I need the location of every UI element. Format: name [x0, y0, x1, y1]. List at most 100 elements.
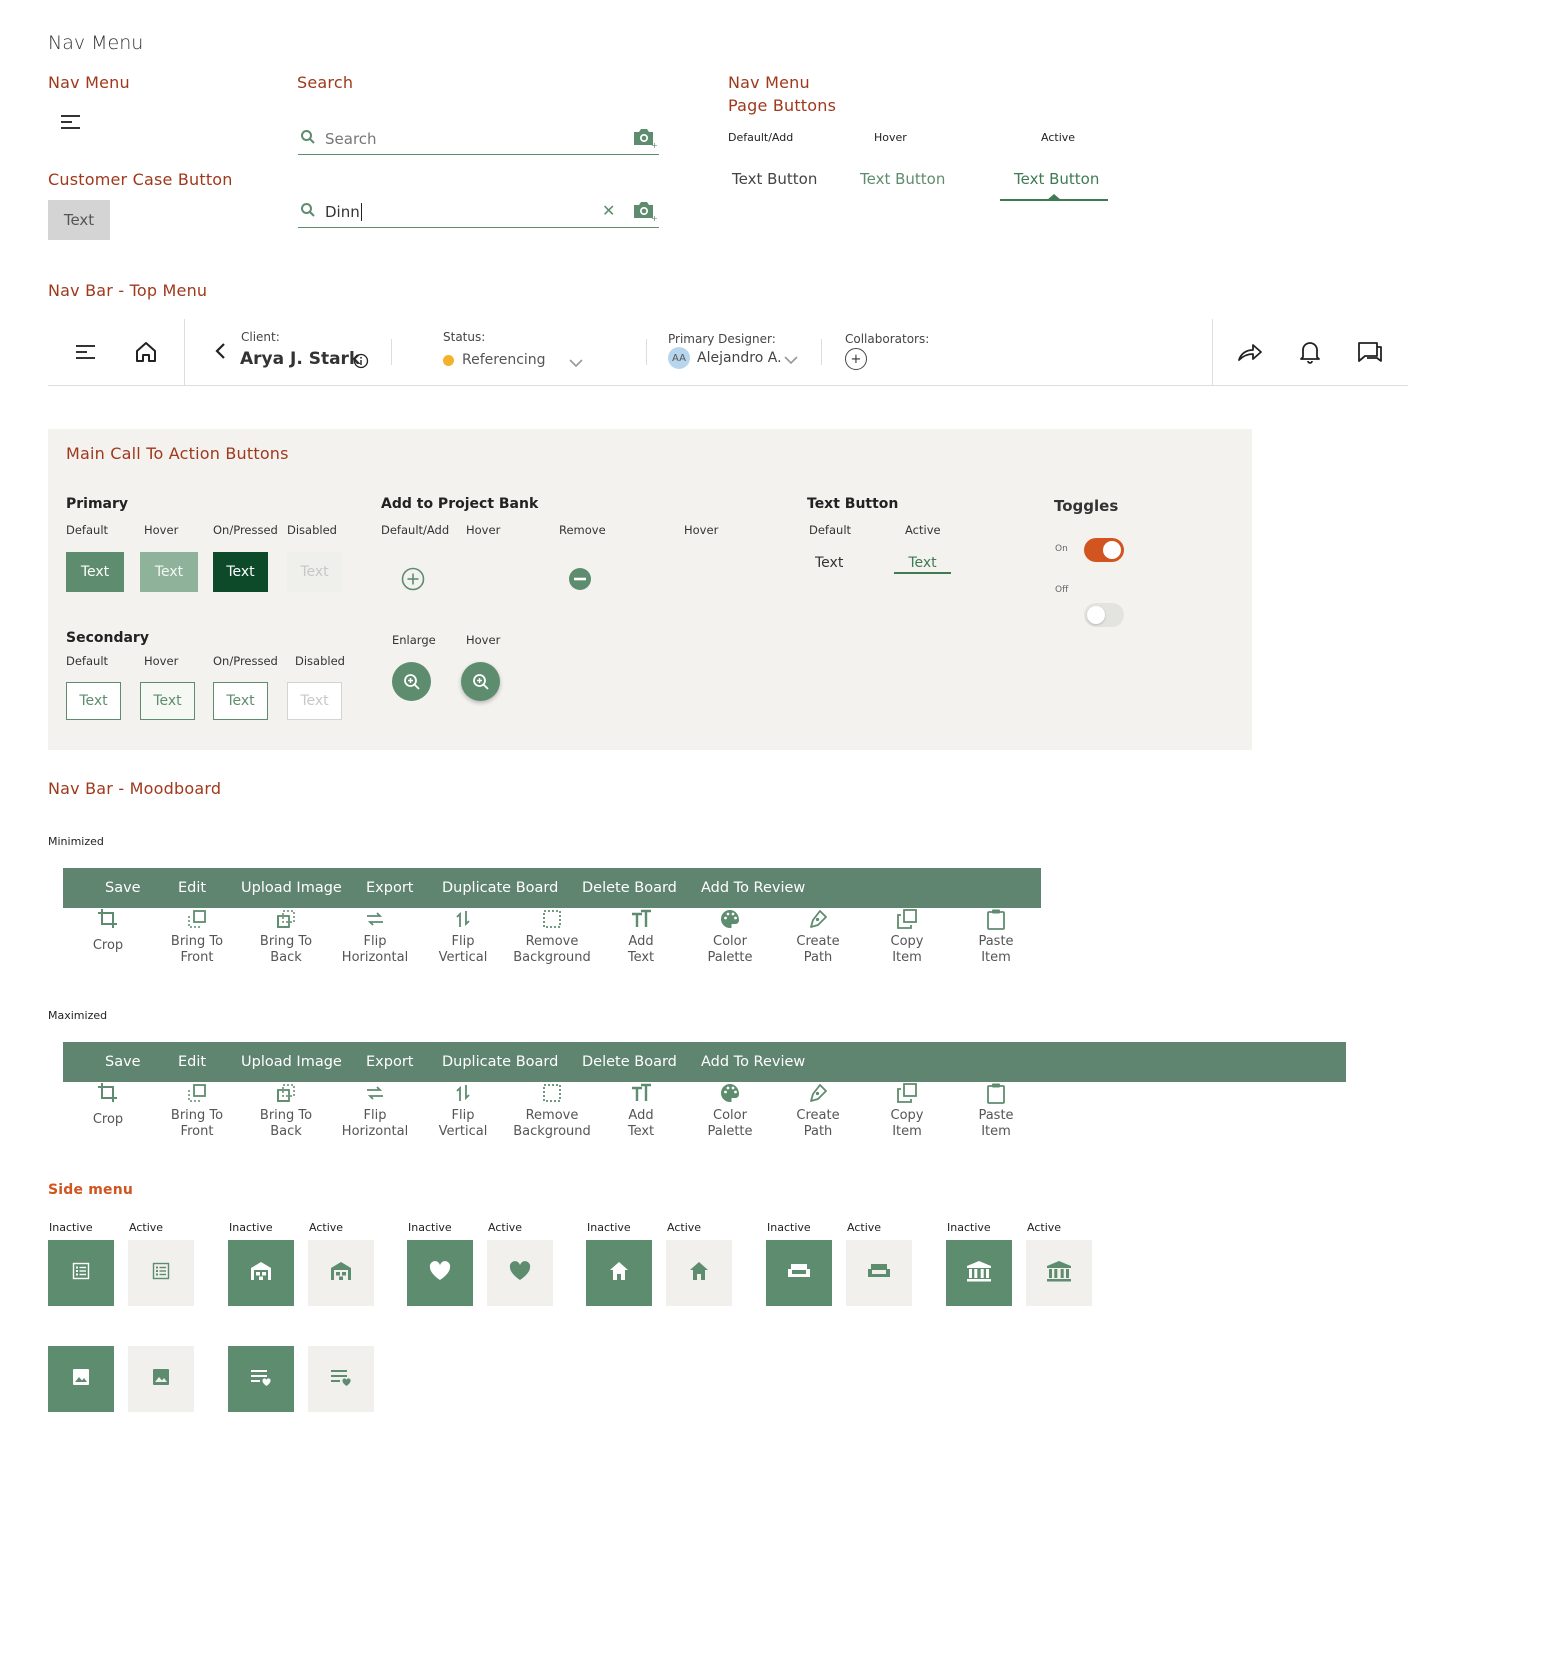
side-item-sofa-active[interactable]	[846, 1240, 912, 1306]
list-icon	[152, 1262, 170, 1284]
text-button-default[interactable]: Text	[815, 555, 843, 571]
side-item-heart-active[interactable]	[487, 1240, 553, 1306]
tool-paste[interactable]: Paste Item	[951, 1082, 1041, 1140]
enlarge-button[interactable]	[392, 662, 431, 701]
side-item-bank-inactive[interactable]	[946, 1240, 1012, 1306]
side-item-home-active[interactable]	[666, 1240, 732, 1306]
tool-copy[interactable]: Copy Item	[862, 1082, 952, 1140]
tool-flip-vertical[interactable]: Flip Vertical	[418, 1082, 508, 1140]
chat-icon[interactable]	[1357, 341, 1383, 367]
tool-bring-front[interactable]: Bring To Front	[152, 1082, 242, 1140]
clear-icon[interactable]: ✕	[602, 201, 615, 220]
tool-label: Flip	[363, 1108, 387, 1123]
chevron-down-icon[interactable]	[568, 354, 584, 373]
remove-circle-icon[interactable]	[568, 567, 592, 595]
client-name[interactable]: Arya J. Stark	[240, 349, 360, 369]
back-chevron-icon[interactable]	[214, 342, 228, 364]
text-button-active[interactable]: Text	[894, 555, 951, 574]
tool-crop[interactable]: Crop	[63, 1082, 153, 1128]
camera-icon[interactable]: +	[631, 125, 658, 153]
add-circle-icon[interactable]	[401, 567, 425, 595]
page-buttons-title-1: Nav Menu	[728, 73, 810, 92]
side-item-home-inactive[interactable]	[586, 1240, 652, 1306]
tool-add-text[interactable]: Add Text	[596, 908, 686, 966]
tool-pen[interactable]: Create Path	[773, 908, 863, 966]
side-item-playlist-heart-active[interactable]	[308, 1346, 374, 1412]
side-item-list-inactive[interactable]	[48, 1240, 114, 1306]
primary-button-hover[interactable]: Text	[140, 552, 198, 592]
tool-label: Front	[180, 950, 214, 965]
state-label: Hover	[466, 633, 501, 647]
enlarge-button-hover[interactable]	[461, 662, 500, 701]
page-button-default[interactable]: Text Button	[732, 170, 817, 188]
menu-add-to-review[interactable]: Add To Review	[701, 1054, 805, 1070]
side-item-warehouse-active[interactable]	[308, 1240, 374, 1306]
tool-paste[interactable]: Paste Item	[951, 908, 1041, 966]
side-item-list-active[interactable]	[128, 1240, 194, 1306]
tool-palette[interactable]: Color Palette	[685, 908, 775, 966]
menu-export[interactable]: Export	[366, 1054, 413, 1070]
menu-edit[interactable]: Edit	[178, 1054, 206, 1070]
menu-edit[interactable]: Edit	[178, 880, 206, 896]
menu-upload-image[interactable]: Upload Image	[241, 1054, 342, 1070]
tool-bring-back[interactable]: Bring To Back	[241, 908, 331, 966]
tool-flip-vertical[interactable]: Flip Vertical	[418, 908, 508, 966]
info-icon[interactable]	[353, 353, 369, 373]
secondary-button-hover[interactable]: Text	[140, 682, 195, 720]
tool-copy[interactable]: Copy Item	[862, 908, 952, 966]
hamburger-menu-icon[interactable]	[60, 113, 82, 135]
home-icon[interactable]	[134, 340, 158, 368]
avatar[interactable]: AA	[668, 347, 690, 369]
search-input[interactable]: Search +	[298, 124, 659, 155]
menu-export[interactable]: Export	[366, 880, 413, 896]
tool-bring-back[interactable]: Bring To Back	[241, 1082, 331, 1140]
menu-upload-image[interactable]: Upload Image	[241, 880, 342, 896]
customer-case-button[interactable]: Text	[48, 200, 110, 240]
menu-delete-board[interactable]: Delete Board	[582, 1054, 677, 1070]
search-input-typed[interactable]: Dinn ✕ +	[298, 197, 659, 228]
side-item-warehouse-inactive[interactable]	[228, 1240, 294, 1306]
menu-delete-board[interactable]: Delete Board	[582, 880, 677, 896]
secondary-button-pressed[interactable]: Text	[213, 682, 268, 720]
state-label: Active	[905, 523, 941, 537]
camera-icon[interactable]: +	[631, 198, 658, 226]
state-label: Default	[66, 523, 109, 537]
page-button-hover[interactable]: Text Button	[860, 170, 945, 188]
tool-label: Vertical	[438, 1124, 488, 1139]
page-button-active[interactable]: Text Button	[1014, 170, 1099, 188]
share-icon[interactable]	[1237, 341, 1263, 367]
tool-add-text[interactable]: Add Text	[596, 1082, 686, 1140]
tool-bring-front[interactable]: Bring To Front	[152, 908, 242, 966]
toggle-off[interactable]	[1084, 603, 1124, 627]
side-item-heart-inactive[interactable]	[407, 1240, 473, 1306]
tool-label: Paste	[978, 934, 1014, 949]
side-item-playlist-heart-inactive[interactable]	[228, 1346, 294, 1412]
side-item-sofa-inactive[interactable]	[766, 1240, 832, 1306]
menu-duplicate-board[interactable]: Duplicate Board	[442, 880, 558, 896]
tool-crop[interactable]: Crop	[63, 908, 153, 954]
primary-button-pressed[interactable]: Text	[213, 552, 268, 592]
menu-save[interactable]: Save	[105, 1054, 141, 1070]
tool-flip-horizontal[interactable]: Flip Horizontal	[330, 1082, 420, 1140]
tool-palette[interactable]: Color Palette	[685, 1082, 775, 1140]
secondary-button-default[interactable]: Text	[66, 682, 121, 720]
tool-flip-horizontal[interactable]: Flip Horizontal	[330, 908, 420, 966]
side-item-image-active[interactable]	[128, 1346, 194, 1412]
menu-save[interactable]: Save	[105, 880, 141, 896]
menu-add-to-review[interactable]: Add To Review	[701, 880, 805, 896]
chevron-down-icon[interactable]	[783, 351, 799, 370]
primary-button-default[interactable]: Text	[66, 552, 124, 592]
tool-pen[interactable]: Create Path	[773, 1082, 863, 1140]
status-value[interactable]: Referencing	[462, 352, 546, 368]
tool-remove-background[interactable]: Remove Background	[507, 1082, 597, 1140]
side-item-image-inactive[interactable]	[48, 1346, 114, 1412]
side-item-bank-active[interactable]	[1026, 1240, 1092, 1306]
hamburger-menu-icon[interactable]	[75, 343, 97, 365]
toggle-on[interactable]	[1084, 538, 1124, 562]
project-bank-title: Add to Project Bank	[381, 496, 539, 512]
designer-name[interactable]: Alejandro A.	[697, 350, 782, 366]
bell-icon[interactable]	[1299, 340, 1321, 368]
add-collaborator-icon[interactable]: +	[845, 348, 867, 370]
tool-remove-background[interactable]: Remove Background	[507, 908, 597, 966]
menu-duplicate-board[interactable]: Duplicate Board	[442, 1054, 558, 1070]
